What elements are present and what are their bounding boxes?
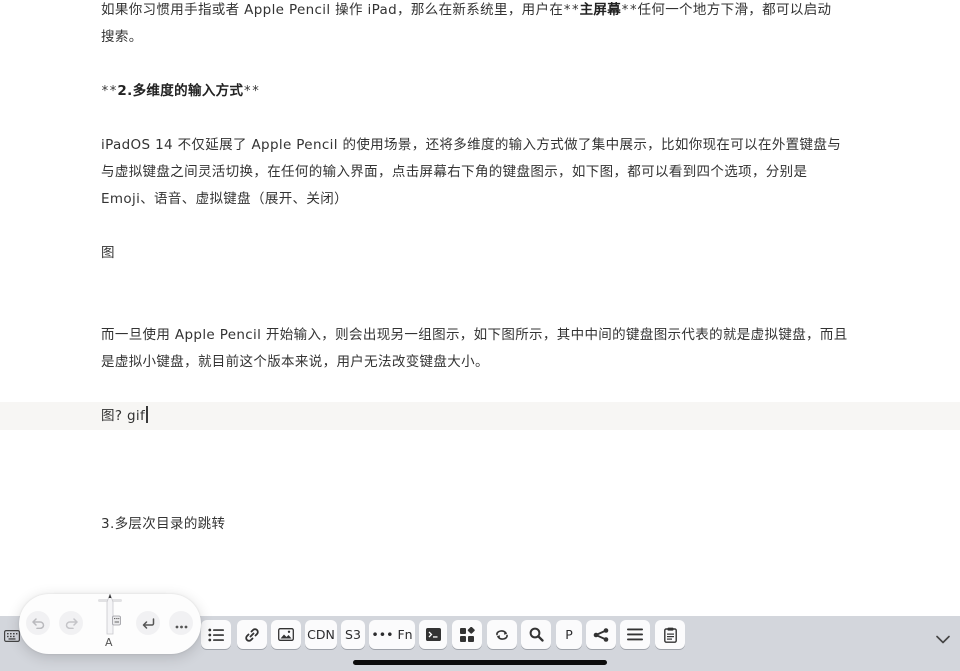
grid-button[interactable] bbox=[452, 620, 482, 649]
return-button[interactable] bbox=[136, 611, 160, 635]
list-icon bbox=[208, 628, 224, 642]
current-line-text: 图? gif bbox=[101, 408, 146, 424]
redo-button[interactable] bbox=[59, 611, 83, 635]
paragraph-line-5[interactable]: 是虚拟小键盘，就目前这个版本来说，用户无法改变键盘大小。 bbox=[101, 349, 861, 376]
image-icon bbox=[278, 628, 294, 641]
text-run: 如果你习惯用手指或者 Apple Pencil 操作 iPad，那么在新系统里，… bbox=[101, 2, 564, 18]
text-run: 任何一个地方下滑，都可以启动 bbox=[637, 2, 832, 18]
text-caret bbox=[146, 406, 148, 423]
paragraph-line-2[interactable]: 与虚拟键盘之间灵活切换，在任何的输入界面，点击屏幕右下角的键盘图示，如下图，都可… bbox=[101, 159, 861, 186]
fn-button[interactable]: ••• Fn bbox=[369, 620, 415, 649]
p-label: P bbox=[565, 627, 573, 642]
bold-marker: ** bbox=[621, 3, 638, 18]
paragraph-line-1[interactable]: iPadOS 14 不仅延展了 Apple Pencil 的使用场景，还将多维度… bbox=[101, 132, 861, 159]
bold-marker: ** bbox=[243, 84, 260, 99]
list-button[interactable] bbox=[201, 620, 231, 649]
sync-button[interactable] bbox=[487, 620, 517, 649]
bold-marker: ** bbox=[563, 3, 580, 18]
clipboard-icon bbox=[663, 627, 677, 643]
menu-button[interactable] bbox=[620, 620, 650, 649]
search-button[interactable] bbox=[521, 620, 551, 649]
keyboard-icon[interactable] bbox=[4, 627, 21, 646]
undo-icon bbox=[31, 614, 45, 633]
link-icon bbox=[244, 627, 260, 643]
image-button[interactable] bbox=[271, 620, 301, 649]
paragraph-line-4[interactable]: 而一旦使用 Apple Pencil 开始输入，则会出现另一组图示，如下图所示，… bbox=[101, 322, 861, 349]
section-line-3[interactable]: 3.多层次目录的跳转 bbox=[101, 511, 861, 538]
bold-text: 主屏幕 bbox=[579, 2, 622, 18]
pencil-icon[interactable] bbox=[102, 592, 122, 640]
text-line-1[interactable]: 如果你习惯用手指或者 Apple Pencil 操作 iPad，那么在新系统里，… bbox=[101, 0, 861, 24]
clipboard-button[interactable] bbox=[655, 620, 685, 649]
pencil-shortcut-palette[interactable]: A bbox=[19, 592, 201, 654]
cdn-button[interactable]: CDN bbox=[305, 620, 337, 649]
return-icon bbox=[142, 614, 155, 633]
heading-text: 2.多维度的输入方式 bbox=[117, 83, 244, 99]
fn-label: ••• Fn bbox=[371, 627, 413, 642]
palette-label: A bbox=[105, 636, 113, 649]
grid-icon bbox=[459, 626, 475, 643]
chevron-down-icon[interactable] bbox=[936, 629, 950, 648]
link-button[interactable] bbox=[237, 620, 267, 649]
ellipsis-icon bbox=[175, 614, 188, 633]
terminal-icon bbox=[425, 628, 441, 641]
markdown-editor[interactable]: 如果你习惯用手指或者 Apple Pencil 操作 iPad，那么在新系统里，… bbox=[0, 0, 960, 616]
text-line-2[interactable]: 搜索。 bbox=[101, 24, 861, 51]
undo-button[interactable] bbox=[26, 611, 50, 635]
search-icon bbox=[529, 627, 544, 642]
menu-icon bbox=[627, 628, 643, 641]
home-indicator[interactable] bbox=[353, 660, 607, 665]
s3-button[interactable]: S3 bbox=[341, 620, 365, 649]
share-icon bbox=[593, 627, 609, 642]
app-window: 如果你习惯用手指或者 Apple Pencil 操作 iPad，那么在新系统里，… bbox=[0, 0, 960, 671]
figure-placeholder-2[interactable]: 图? gif bbox=[101, 403, 861, 430]
redo-icon bbox=[65, 614, 78, 633]
sync-icon bbox=[494, 629, 510, 641]
share-button[interactable] bbox=[586, 620, 616, 649]
paragraph-line-3[interactable]: Emoji、语音、虚拟键盘（展开、关闭） bbox=[101, 186, 861, 213]
s3-label: S3 bbox=[345, 627, 361, 642]
heading-line[interactable]: **2.多维度的输入方式** bbox=[101, 78, 861, 105]
terminal-button[interactable] bbox=[419, 620, 447, 649]
more-button[interactable] bbox=[169, 611, 193, 635]
cdn-label: CDN bbox=[307, 627, 335, 642]
p-button[interactable]: P bbox=[556, 620, 582, 649]
bold-marker: ** bbox=[101, 84, 118, 99]
figure-placeholder-1[interactable]: 图 bbox=[101, 240, 861, 267]
